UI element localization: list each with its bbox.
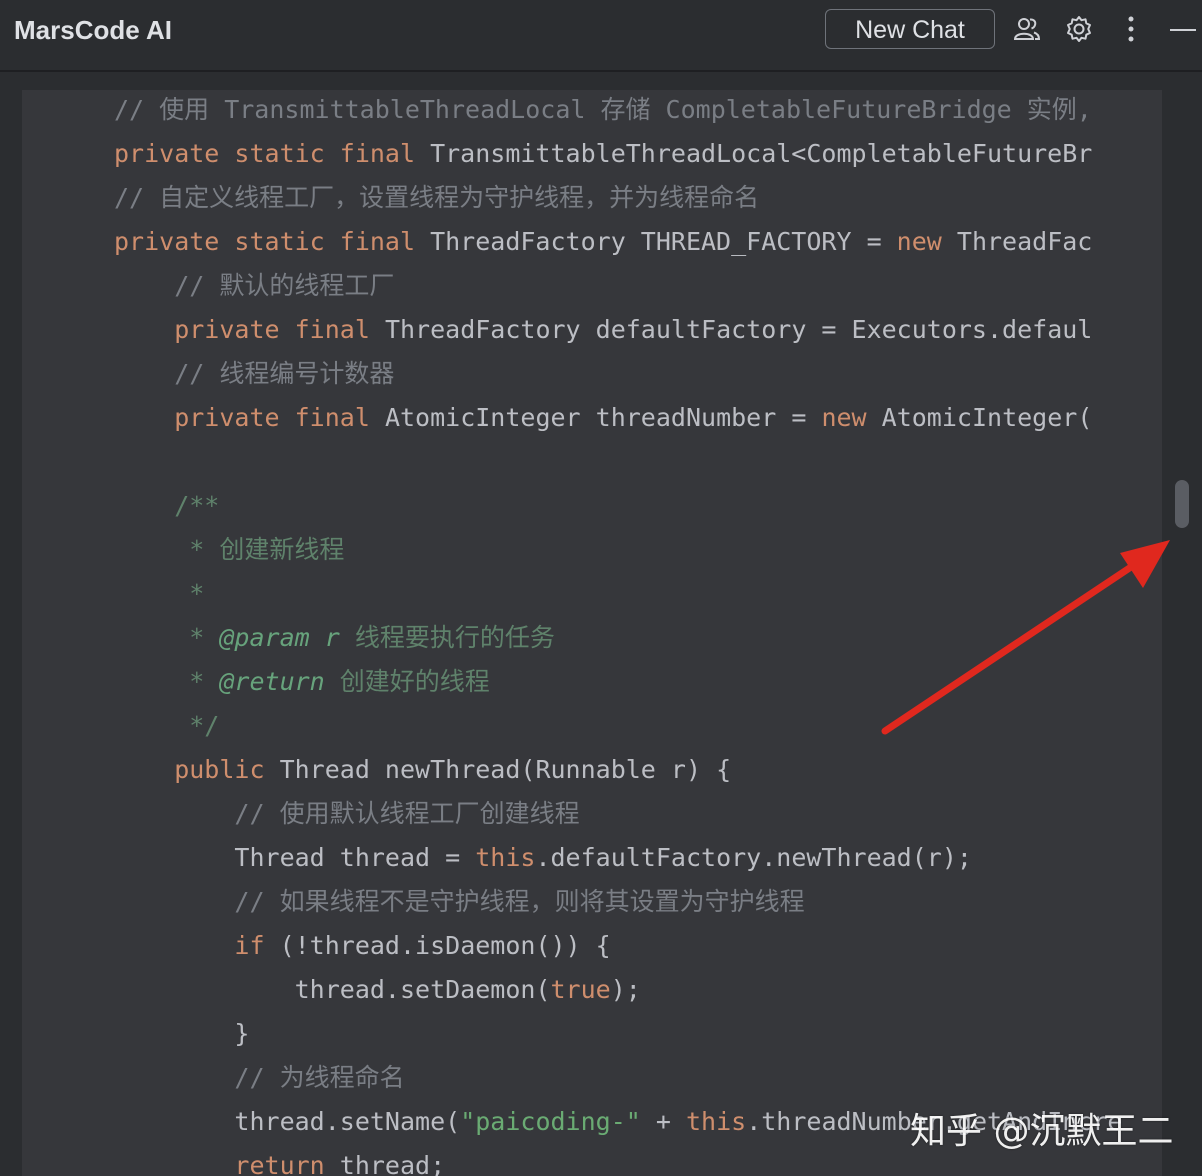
code-token: ); — [610, 975, 641, 1004]
code-token: public — [114, 755, 280, 784]
code-token: ThreadFactory THREAD_FACTORY = — [430, 227, 897, 256]
code-line: */ — [114, 704, 219, 748]
code-token: @param — [219, 623, 310, 652]
code-token: if — [114, 931, 280, 960]
code-token: (!thread.isDaemon()) { — [279, 931, 611, 960]
gear-icon[interactable] — [1064, 14, 1094, 44]
code-token: private final — [114, 403, 385, 432]
scrollbar-thumb[interactable] — [1175, 480, 1189, 528]
code-token: ThreadFactory defaultFactory = Executors… — [384, 315, 1093, 344]
code-line: if (!thread.isDaemon()) { — [114, 924, 611, 968]
code-line: private static final ThreadFactory THREA… — [114, 220, 1092, 264]
code-token: // 默认的线程工厂 — [114, 271, 395, 300]
code-token: private final — [114, 315, 385, 344]
code-line: // 自定义线程工厂，设置线程为守护线程，并为线程命名 — [114, 176, 759, 220]
more-vertical-icon[interactable] — [1116, 14, 1146, 44]
code-token: this — [685, 1107, 747, 1136]
code-token: "paicoding-" — [460, 1107, 641, 1136]
code-token: } — [114, 1019, 250, 1048]
code-token: TransmittableThreadLocal<CompletableFutu… — [430, 139, 1093, 168]
code-line: thread.setDaemon(true); — [114, 968, 641, 1012]
code-token: /** — [114, 491, 220, 520]
code-token: private static final — [114, 139, 431, 168]
code-line: return thread; — [114, 1144, 445, 1176]
code-line: // 使用默认线程工厂创建线程 — [114, 792, 580, 836]
code-token: @return — [219, 667, 325, 696]
code-line: // 如果线程不是守护线程，则将其设置为守护线程 — [114, 880, 805, 924]
code-token: thread; — [339, 1151, 446, 1176]
code-line: * @return 创建好的线程 — [114, 660, 490, 704]
code-token: // 使用 TransmittableThreadLocal 存储 Comple… — [114, 95, 1092, 124]
code-line: public Thread newThread(Runnable r) { — [114, 748, 731, 792]
app-title: MarsCode AI — [14, 15, 172, 45]
users-icon[interactable] — [1012, 14, 1042, 44]
code-token: * — [114, 667, 220, 696]
code-token: Thread newThread(Runnable r) { — [279, 755, 732, 784]
code-token: new — [821, 403, 882, 432]
code-line: private final ThreadFactory defaultFacto… — [114, 308, 1092, 352]
code-line: * — [114, 572, 204, 616]
code-token: ThreadFac — [956, 227, 1093, 256]
code-line: * 创建新线程 — [114, 528, 344, 572]
code-token: thread.setName( — [114, 1107, 461, 1136]
code-token: // 使用默认线程工厂创建线程 — [114, 799, 580, 828]
code-token: * — [114, 623, 220, 652]
code-line: /** — [114, 484, 219, 528]
code-token: * — [114, 579, 205, 608]
code-line: * @param r 线程要执行的任务 — [114, 616, 555, 660]
code-token: 线程要执行的任务 — [339, 623, 555, 652]
code-line: } — [114, 1012, 249, 1056]
code-line: Thread thread = this.defaultFactory.newT… — [114, 836, 972, 880]
code-token: Thread thread = — [114, 843, 476, 872]
code-block: // 使用 TransmittableThreadLocal 存储 Comple… — [22, 90, 1162, 1176]
tool-window-header: MarsCode AI New Chat — [0, 0, 1202, 72]
code-token: private static final — [114, 227, 431, 256]
code-token: // 如果线程不是守护线程，则将其设置为守护线程 — [114, 887, 805, 916]
code-line: // 线程编号计数器 — [114, 352, 394, 396]
code-token: this — [475, 843, 536, 872]
code-line: // 为线程命名 — [114, 1056, 405, 1100]
code-token: AtomicInteger( — [881, 403, 1093, 432]
code-line: // 默认的线程工厂 — [114, 264, 394, 308]
code-token: thread.setDaemon( — [114, 975, 551, 1004]
code-token: // 为线程命名 — [114, 1063, 405, 1092]
code-line: // 使用 TransmittableThreadLocal 存储 Comple… — [114, 90, 1092, 132]
code-line: private static final TransmittableThread… — [114, 132, 1092, 176]
minimize-icon[interactable] — [1168, 14, 1198, 44]
code-token: // 线程编号计数器 — [114, 359, 395, 388]
code-content: // 使用 TransmittableThreadLocal 存储 Comple… — [22, 90, 1122, 1176]
code-token: AtomicInteger threadNumber = — [384, 403, 822, 432]
code-token: true — [550, 975, 611, 1004]
code-token: r — [324, 623, 340, 652]
watermark: 知乎 @沉默王二 — [910, 1111, 1174, 1152]
code-token: return — [114, 1151, 340, 1176]
code-token: * 创建新线程 — [114, 535, 345, 564]
code-token: + — [640, 1107, 686, 1136]
code-token: 创建好的线程 — [324, 667, 490, 696]
new-chat-button[interactable]: New Chat — [825, 9, 995, 49]
code-token: .defaultFactory.newThread(r); — [535, 843, 972, 872]
code-token: new — [896, 227, 957, 256]
code-token: // 自定义线程工厂，设置线程为守护线程，并为线程命名 — [114, 183, 760, 212]
code-token: */ — [114, 711, 220, 740]
code-line: private final AtomicInteger threadNumber… — [114, 396, 1092, 440]
